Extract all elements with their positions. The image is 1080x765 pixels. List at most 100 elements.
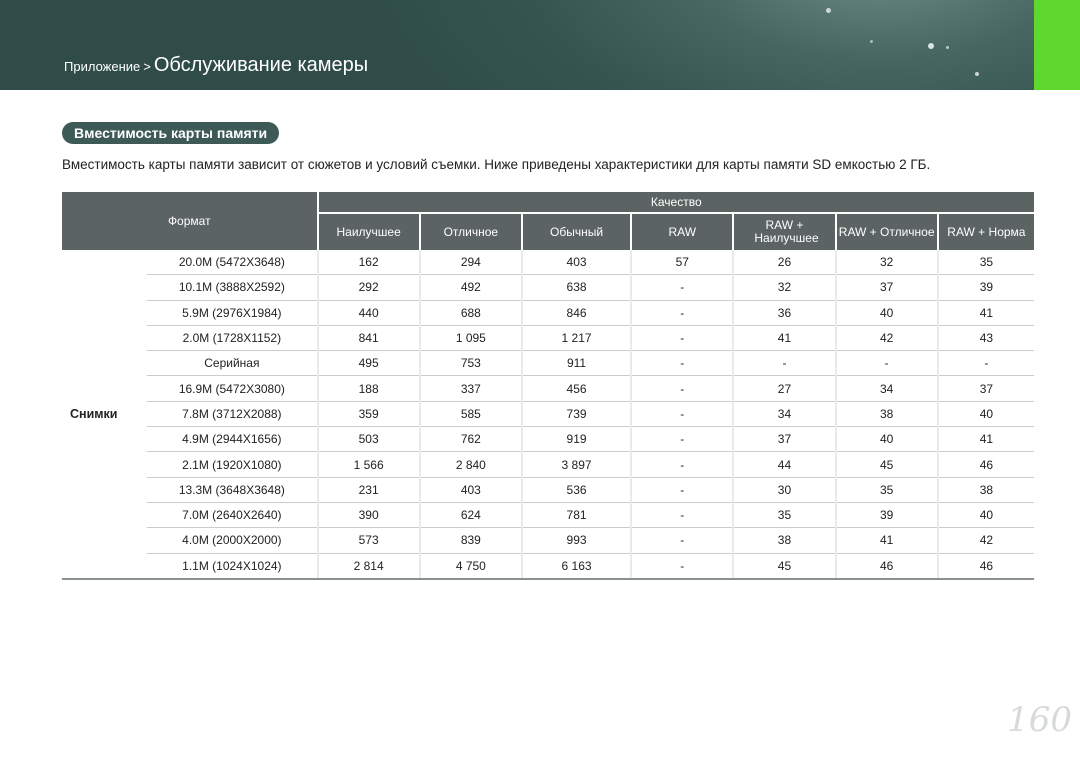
value-cell: 390 <box>316 502 420 529</box>
page-number: 160 <box>1007 700 1072 740</box>
value-cell: 4 750 <box>418 553 522 580</box>
value-cell: 41 <box>732 325 836 352</box>
column-header: RAW <box>630 213 734 250</box>
value-cell: 34 <box>834 375 938 402</box>
value-cell: - <box>732 350 836 377</box>
value-cell: 43 <box>936 325 1034 352</box>
value-cell: 585 <box>418 401 522 428</box>
value-cell: 37 <box>732 426 836 453</box>
format-header: Формат <box>62 192 318 250</box>
column-header: RAW + Отличное <box>834 213 938 250</box>
chapter-tab[interactable] <box>1034 0 1080 90</box>
value-cell: 294 <box>418 250 522 276</box>
value-cell: 34 <box>732 401 836 428</box>
format-cell: 13.3M (3648X3648) <box>147 477 318 503</box>
value-cell: - <box>630 477 734 503</box>
value-cell: 35 <box>936 250 1034 276</box>
value-cell: 781 <box>520 502 632 529</box>
value-cell: 403 <box>520 250 632 276</box>
value-cell: - <box>834 350 938 377</box>
value-cell: 38 <box>834 401 938 428</box>
value-cell: 993 <box>520 527 632 554</box>
sparkle-decoration <box>946 46 949 49</box>
quality-header: Качество <box>316 192 1034 214</box>
value-cell: 753 <box>418 350 522 377</box>
value-cell: 292 <box>316 274 420 301</box>
value-cell: 41 <box>936 300 1034 326</box>
column-header: Наилучшее <box>316 213 420 250</box>
column-header: RAW + Наилучшее <box>732 213 836 250</box>
value-cell: 42 <box>936 527 1034 554</box>
breadcrumb-separator: > <box>143 59 151 74</box>
breadcrumb: Приложение > Обслуживание камеры <box>64 54 368 77</box>
table-row: 5.9M (2976X1984) 440 688 846-36 40 41 <box>62 300 1034 326</box>
value-cell: - <box>630 300 734 326</box>
table-row: 10.1M (3888X2592) 292 492 638-32 37 39 <box>62 274 1034 301</box>
value-cell: 403 <box>418 477 522 503</box>
value-cell: 2 814 <box>316 553 420 580</box>
format-cell: 5.9M (2976X1984) <box>147 300 318 326</box>
value-cell: 841 <box>316 325 420 352</box>
value-cell: 503 <box>316 426 420 453</box>
value-cell: 188 <box>316 375 420 402</box>
value-cell: 536 <box>520 477 632 503</box>
value-cell: 739 <box>520 401 632 428</box>
column-header: Обычный <box>520 213 632 250</box>
value-cell: 27 <box>732 375 836 402</box>
sparkle-decoration <box>975 72 979 76</box>
value-cell: 2 840 <box>418 451 522 478</box>
value-cell: 846 <box>520 300 632 326</box>
value-cell: 46 <box>834 553 938 580</box>
value-cell: 35 <box>834 477 938 503</box>
sparkle-decoration <box>870 40 873 43</box>
column-header: Отличное <box>418 213 522 250</box>
format-cell: 20.0M (5472X3648) <box>147 250 318 276</box>
value-cell: 638 <box>520 274 632 301</box>
value-cell: 162 <box>316 250 420 276</box>
value-cell: 41 <box>936 426 1034 453</box>
value-cell: 44 <box>732 451 836 478</box>
value-cell: 37 <box>936 375 1034 402</box>
column-header: RAW + Норма <box>936 213 1034 250</box>
value-cell: - <box>630 502 734 529</box>
value-cell: 39 <box>936 274 1034 301</box>
table-row: 1.1M (1024X1024) 2 814 4 750 6 163-45 46 46 <box>62 553 1034 580</box>
value-cell: 231 <box>316 477 420 503</box>
value-cell: 688 <box>418 300 522 326</box>
page-title: Обслуживание камеры <box>153 54 369 76</box>
value-cell: 32 <box>834 250 938 276</box>
breadcrumb-parent[interactable]: Приложение <box>64 59 140 74</box>
value-cell: 919 <box>520 426 632 453</box>
table-row: 4.9M (2944X1656) 503 762 919-37 40 41 <box>62 426 1034 453</box>
sparkle-decoration <box>928 43 934 49</box>
value-cell: 41 <box>834 527 938 554</box>
value-cell: 440 <box>316 300 420 326</box>
value-cell: 46 <box>936 451 1034 478</box>
section-title: Вместимость карты памяти <box>62 122 280 144</box>
value-cell: 337 <box>418 375 522 402</box>
sparkle-decoration <box>826 8 831 13</box>
value-cell: 40 <box>834 300 938 326</box>
value-cell: 57 <box>630 250 734 276</box>
table-row: Снимки 20.0M (5472X3648) 162 294 403 57 26 32 35 <box>62 250 1034 580</box>
value-cell: - <box>630 350 734 377</box>
table-row: 4.0M (2000X2000) 573 839 993-38 41 42 <box>62 527 1034 554</box>
value-cell: - <box>630 527 734 554</box>
value-cell: - <box>936 350 1034 377</box>
table-row: 7.0M (2640X2640) 390 624 781-35 39 40 <box>62 502 1034 529</box>
value-cell: 42 <box>834 325 938 352</box>
value-cell: 573 <box>316 527 420 554</box>
value-cell: 359 <box>316 401 420 428</box>
page-header: Приложение > Обслуживание камеры <box>0 0 1034 90</box>
format-cell: 10.1M (3888X2592) <box>147 274 318 301</box>
value-cell: 495 <box>316 350 420 377</box>
value-cell: 36 <box>732 300 836 326</box>
format-cell: 2.0M (1728X1152) <box>147 325 318 352</box>
value-cell: 762 <box>418 426 522 453</box>
value-cell: - <box>630 325 734 352</box>
value-cell: 3 897 <box>520 451 632 478</box>
intro-text: Вместимость карты памяти зависит от сюже… <box>62 157 931 172</box>
format-cell: 1.1M (1024X1024) <box>147 553 318 580</box>
group-label: Снимки <box>62 250 148 580</box>
format-cell: 7.0M (2640X2640) <box>147 502 318 529</box>
